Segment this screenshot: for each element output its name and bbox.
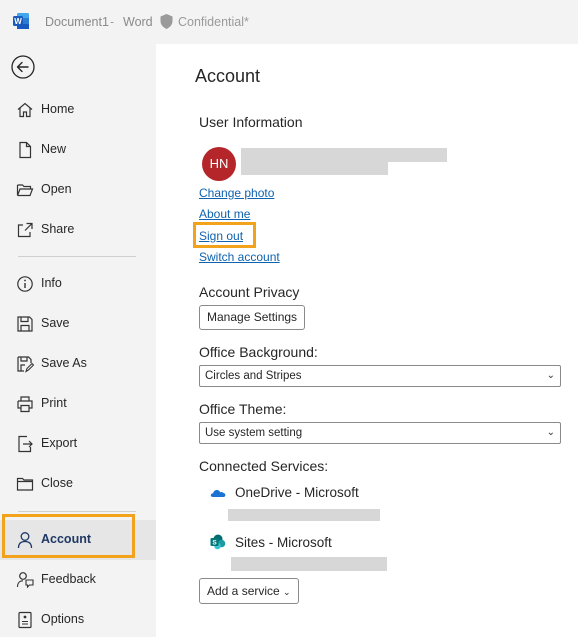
nav-item-label: Options — [41, 612, 85, 626]
nav-item-label: Save As — [41, 356, 87, 370]
app-name: Word — [123, 15, 153, 29]
redacted-onedrive-account — [228, 509, 380, 521]
title-bar: W Document1 - Word Confidential* — [0, 0, 578, 44]
nav-item-label: Open — [41, 182, 72, 196]
office-theme-heading: Office Theme: — [199, 401, 287, 417]
nav-item-label: Close — [41, 476, 73, 490]
nav-item-info[interactable]: Info — [0, 264, 156, 304]
account-highlight-box — [2, 514, 135, 558]
office-background-heading: Office Background: — [199, 344, 318, 360]
nav-item-options[interactable]: Options — [0, 600, 156, 637]
change-photo-link[interactable]: Change photo — [199, 186, 274, 200]
avatar: HN — [202, 147, 236, 181]
nav-item-label: Export — [41, 436, 78, 450]
nav-item-label: New — [41, 142, 67, 156]
export-icon — [18, 435, 33, 453]
nav-item-label: Home — [41, 102, 75, 116]
nav-item-print[interactable]: Print — [0, 384, 156, 424]
about-me-link[interactable]: About me — [199, 207, 250, 221]
nav-item-export[interactable]: Export — [0, 424, 156, 464]
redacted-user-name — [241, 148, 447, 162]
share-icon — [17, 222, 33, 238]
nav-item-home[interactable]: Home — [0, 90, 156, 130]
word-logo-icon: W — [13, 13, 29, 29]
chevron-down-icon: ⌄ — [546, 370, 555, 381]
svg-text:S: S — [212, 540, 217, 547]
home-icon — [17, 102, 33, 118]
nav-item-label: Print — [41, 396, 67, 410]
manage-settings-button[interactable]: Manage Settings — [199, 305, 306, 330]
nav-item-save-as[interactable]: Save As — [0, 344, 156, 384]
shield-icon[interactable] — [159, 13, 174, 30]
new-document-icon — [19, 141, 32, 159]
nav-item-label: Save — [41, 316, 70, 330]
nav-item-feedback[interactable]: Feedback — [0, 560, 156, 600]
redacted-sites-account — [231, 557, 387, 571]
onedrive-icon — [210, 489, 226, 497]
switch-account-link[interactable]: Switch account — [199, 250, 280, 264]
back-arrow-icon[interactable] — [10, 54, 36, 80]
account-privacy-heading: Account Privacy — [199, 284, 300, 300]
onedrive-service-name: OneDrive - Microsoft — [235, 485, 359, 500]
options-icon — [18, 611, 32, 629]
nav-item-share[interactable]: Share — [0, 210, 156, 250]
nav-divider — [18, 256, 136, 257]
sharepoint-icon: S — [210, 534, 226, 550]
nav-item-open[interactable]: Open — [0, 170, 156, 210]
save-icon — [17, 316, 33, 332]
nav-item-label: Feedback — [41, 572, 96, 586]
backstage-nav: Home New Open Share Info Save Save As Pr… — [0, 44, 156, 637]
nav-divider — [18, 511, 136, 512]
chevron-down-icon: ⌄ — [546, 427, 555, 438]
office-background-value: Circles and Stripes — [205, 370, 302, 382]
feedback-icon — [16, 572, 34, 589]
office-background-select[interactable]: Circles and Stripes ⌄ — [199, 365, 561, 387]
account-pane: Account User Information HN Change photo… — [156, 44, 578, 637]
user-info-heading: User Information — [199, 114, 303, 130]
connected-services-heading: Connected Services: — [199, 458, 329, 474]
document-name: Document1 — [45, 15, 109, 29]
chevron-down-icon: ⌄ — [283, 587, 291, 597]
info-icon — [17, 276, 33, 292]
nav-item-label: Info — [41, 276, 62, 290]
page-title: Account — [195, 66, 261, 86]
save-as-icon — [17, 356, 34, 373]
nav-item-label: Share — [41, 222, 75, 236]
close-folder-icon — [16, 477, 34, 491]
add-service-label: Add a service — [207, 584, 280, 598]
add-service-button[interactable]: Add a service ⌄ — [199, 578, 299, 604]
title-separator: - — [110, 15, 115, 29]
office-theme-value: Use system setting — [205, 427, 303, 439]
nav-item-new[interactable]: New — [0, 130, 156, 170]
svg-text:W: W — [14, 17, 22, 26]
sign-out-highlight-box — [193, 222, 256, 248]
redacted-user-email — [241, 162, 388, 175]
folder-open-icon — [16, 184, 34, 197]
printer-icon — [17, 396, 33, 413]
office-theme-select[interactable]: Use system setting ⌄ — [199, 422, 561, 444]
sites-service-name: Sites - Microsoft — [235, 535, 332, 550]
sensitivity-label[interactable]: Confidential* — [178, 15, 249, 29]
nav-item-close[interactable]: Close — [0, 464, 156, 504]
nav-item-save[interactable]: Save — [0, 304, 156, 344]
